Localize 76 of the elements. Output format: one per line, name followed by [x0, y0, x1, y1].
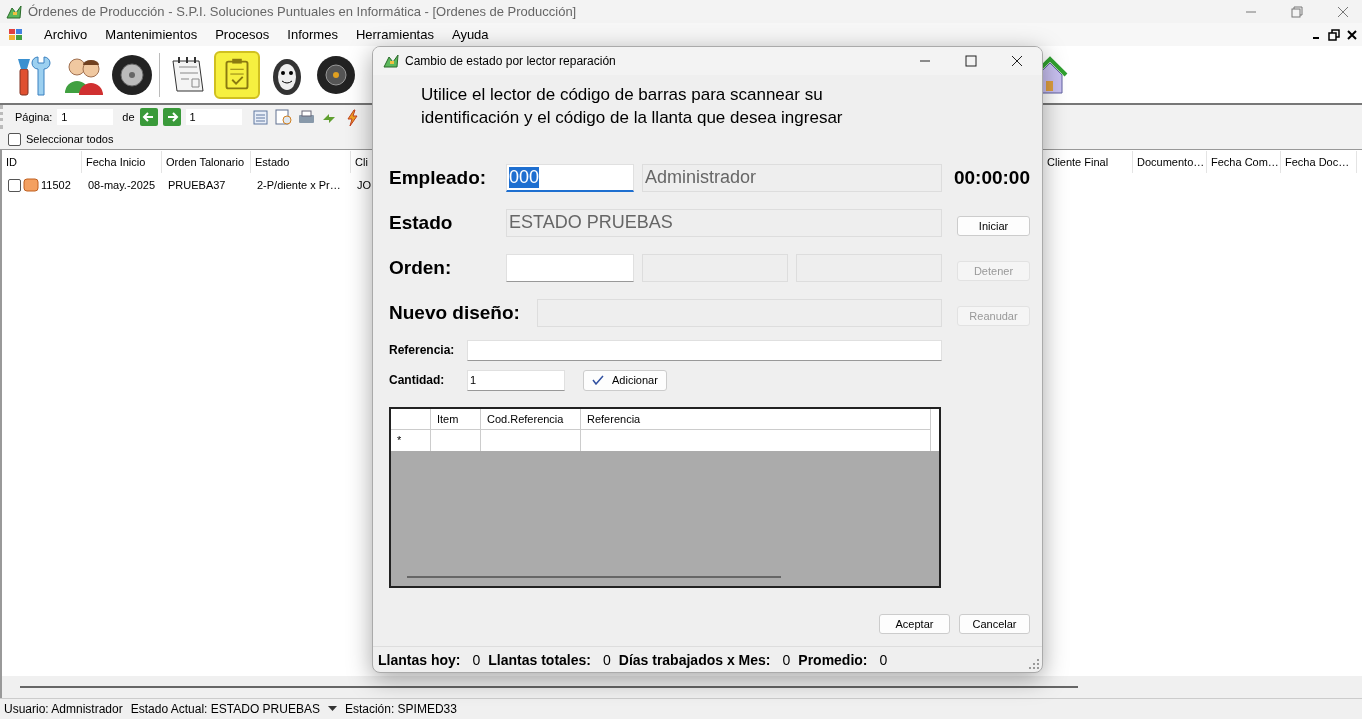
- table-cell: 11502: [41, 179, 71, 191]
- column-header[interactable]: Fecha Com…: [1207, 151, 1281, 173]
- menu-item[interactable]: Procesos: [215, 27, 270, 42]
- stat-label: Llantas totales:: [488, 651, 591, 668]
- app-icon: [4, 3, 22, 20]
- close-icon[interactable]: [1010, 54, 1024, 68]
- app-icon: [381, 53, 399, 69]
- user-status: Usuario: Admnistrador: [4, 702, 123, 716]
- side-button[interactable]: Iniciar: [957, 216, 1030, 236]
- field-label: Empleado:: [389, 166, 488, 189]
- menu-item[interactable]: Mantenimientos: [105, 27, 198, 42]
- table-cell: 2-P/diente x Pr…: [257, 179, 341, 191]
- scrollbar[interactable]: [407, 576, 781, 578]
- quantity-field[interactable]: 1: [467, 369, 565, 391]
- stat-label: Llantas hoy:: [378, 651, 461, 668]
- column-header[interactable]: ID: [2, 151, 82, 173]
- column-header[interactable]: Orden Talonario: [162, 151, 251, 173]
- menu-item[interactable]: Ayuda: [451, 27, 489, 42]
- tire-icon: [110, 52, 154, 97]
- table-cell: JO: [357, 179, 372, 191]
- field-label: Cantidad:: [389, 373, 446, 387]
- field-label: Nuevo diseño:: [389, 301, 521, 324]
- menu-item[interactable]: Herramientas: [355, 27, 434, 42]
- close-icon[interactable]: [1346, 28, 1358, 41]
- new-row-marker: *: [397, 433, 402, 448]
- total-pages-field: 1: [185, 109, 242, 125]
- page-label: Página:: [15, 111, 53, 123]
- stat-value: 0: [879, 651, 888, 668]
- order-field[interactable]: [506, 253, 634, 282]
- stat-value: 0: [782, 651, 791, 668]
- column-header[interactable]: Item: [431, 409, 481, 430]
- table-cell: PRUEBA37: [168, 179, 226, 191]
- dropdown-caret-icon[interactable]: [327, 706, 337, 712]
- checkmark-icon: [592, 375, 604, 385]
- reference-field[interactable]: [467, 339, 942, 361]
- dialog-title: Cambio de estado por lector reparación: [405, 54, 616, 68]
- dialog-button[interactable]: Cancelar: [959, 614, 1030, 634]
- scrollbar[interactable]: [20, 686, 1078, 688]
- of-label: de: [122, 111, 135, 123]
- printer-icon[interactable]: [296, 108, 315, 126]
- state-field: ESTADO PRUEBAS: [506, 208, 942, 237]
- select-all-label: Seleccionar todos: [26, 133, 114, 145]
- field-label: Estado: [389, 211, 454, 234]
- instructions-text: Utilice el lector de código de barras para scannear su identificación y el código de la llanta que desea ingresar: [420, 84, 844, 129]
- row-checkbox[interactable]: [8, 178, 21, 192]
- column-header[interactable]: Estado: [251, 151, 351, 173]
- stat-value: 0: [472, 651, 481, 668]
- menu-item[interactable]: Archivo: [44, 27, 88, 42]
- dialog-button[interactable]: Aceptar: [879, 614, 950, 634]
- page-field[interactable]: 1: [57, 109, 114, 125]
- column-header[interactable]: Referencia: [581, 409, 931, 430]
- window-title: Órdenes de Producción - S.P.I. Soluciones Puntuales en Informática - [Ordenes de Producción]: [28, 4, 577, 19]
- maximize-icon[interactable]: [964, 54, 978, 68]
- checkbox[interactable]: [8, 132, 21, 146]
- preview-icon[interactable]: [273, 108, 292, 126]
- restore-icon[interactable]: [1328, 28, 1340, 41]
- menu-item[interactable]: Informes: [287, 27, 338, 42]
- employee-name-field: Administrador: [642, 163, 942, 192]
- state-status: Estado Actual: ESTADO PRUEBAS: [130, 702, 320, 716]
- column-header[interactable]: Fecha Inicio: [82, 151, 162, 173]
- mdi-window-icon[interactable]: [8, 27, 24, 42]
- employee-code-field[interactable]: 000: [506, 163, 634, 192]
- stat-label: Promedio:: [798, 651, 868, 668]
- status-square-icon: [23, 178, 39, 192]
- column-header[interactable]: Documento…: [1133, 151, 1207, 173]
- column-header[interactable]: Cod.Referencia: [481, 409, 581, 430]
- column-header[interactable]: Fecha Doc…: [1281, 151, 1357, 173]
- resize-grip-icon: [1029, 659, 1039, 669]
- field-label: Referencia:: [389, 343, 456, 357]
- field-label: Orden:: [389, 256, 453, 279]
- timer-text: 00:00:00: [953, 166, 1030, 190]
- add-button[interactable]: Adicionar: [583, 369, 667, 391]
- stat-value: 0: [602, 651, 611, 668]
- table-cell: 08-may.-2025: [88, 179, 156, 191]
- station-status: Estación: SPIMED33: [344, 702, 457, 716]
- stat-label: Días trabajados x Mes:: [618, 651, 771, 668]
